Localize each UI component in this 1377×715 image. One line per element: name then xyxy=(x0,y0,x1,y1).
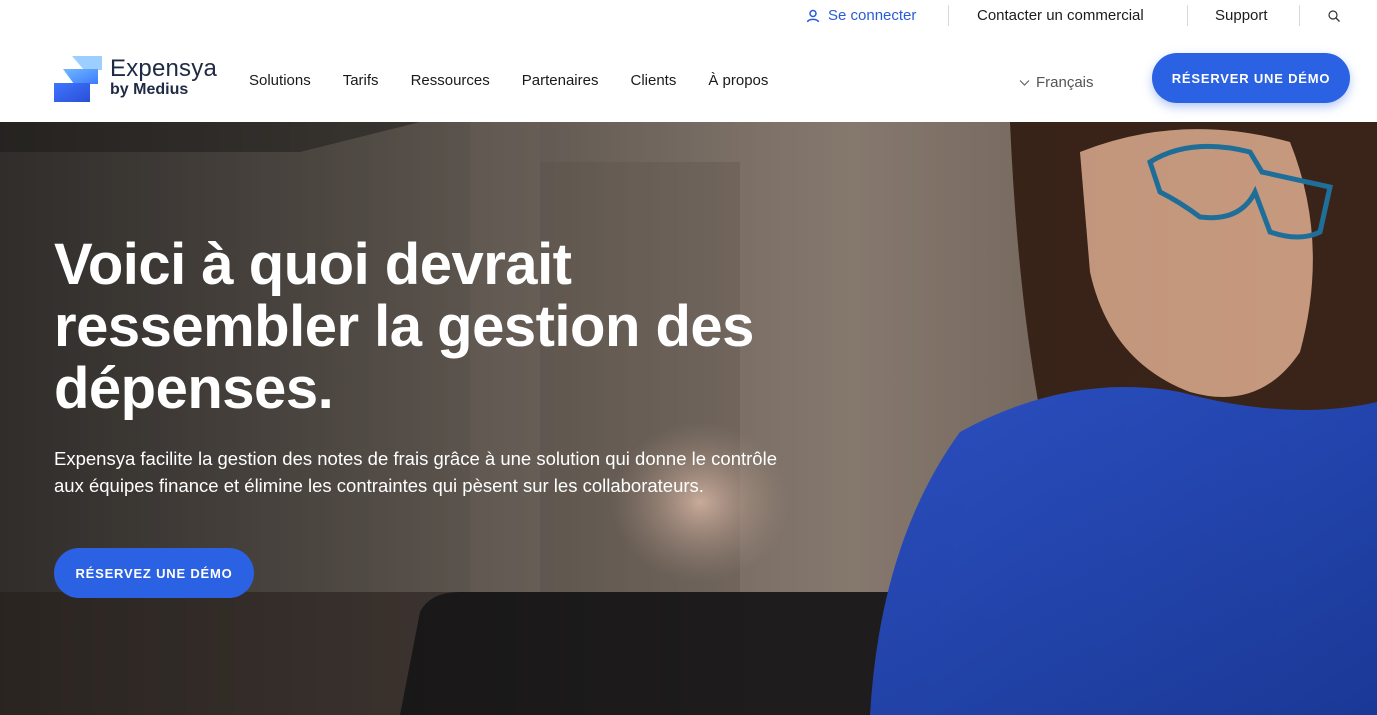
logo-mark-icon xyxy=(54,56,102,102)
divider xyxy=(1299,5,1300,26)
nav-item-ressources[interactable]: Ressources xyxy=(411,72,490,89)
contact-sales-link[interactable]: Contacter un commercial xyxy=(977,7,1144,24)
nav-item-partenaires[interactable]: Partenaires xyxy=(522,72,599,89)
login-label: Se connecter xyxy=(828,7,917,24)
search-button[interactable] xyxy=(1327,9,1343,25)
main-header: Expensya by Medius Solutions Tarifs Ress… xyxy=(0,32,1377,122)
hero-description: Expensya facilite la gestion des notes d… xyxy=(54,448,777,496)
nav-item-tarifs[interactable]: Tarifs xyxy=(343,72,379,89)
search-icon xyxy=(1328,10,1340,22)
divider xyxy=(1187,5,1188,26)
nav-item-solutions[interactable]: Solutions xyxy=(249,72,311,89)
logo-subtitle: by Medius xyxy=(110,81,189,98)
hero-book-demo-button[interactable]: RÉSERVEZ UNE DÉMO xyxy=(54,548,254,598)
hero-section: Voici à quoi devrait ressembler la gesti… xyxy=(0,122,1377,715)
logo-name: Expensya xyxy=(110,55,217,82)
nav-item-a-propos[interactable]: À propos xyxy=(708,72,768,89)
chevron-down-icon xyxy=(1019,79,1030,86)
support-link[interactable]: Support xyxy=(1215,7,1268,24)
logo[interactable]: Expensya by Medius xyxy=(54,54,224,102)
utility-bar: Se connecter Contacter un commercial Sup… xyxy=(0,0,1377,32)
book-demo-button[interactable]: RÉSERVER UNE DÉMO xyxy=(1152,53,1350,103)
user-icon xyxy=(806,9,820,22)
language-selector[interactable]: Français xyxy=(1019,74,1094,91)
divider xyxy=(948,5,949,26)
language-label: Français xyxy=(1036,74,1094,91)
primary-nav: Solutions Tarifs Ressources Partenaires … xyxy=(249,72,800,89)
hero-title: Voici à quoi devrait ressembler la gesti… xyxy=(54,232,754,421)
login-link[interactable]: Se connecter xyxy=(806,7,916,24)
nav-item-clients[interactable]: Clients xyxy=(630,72,676,89)
